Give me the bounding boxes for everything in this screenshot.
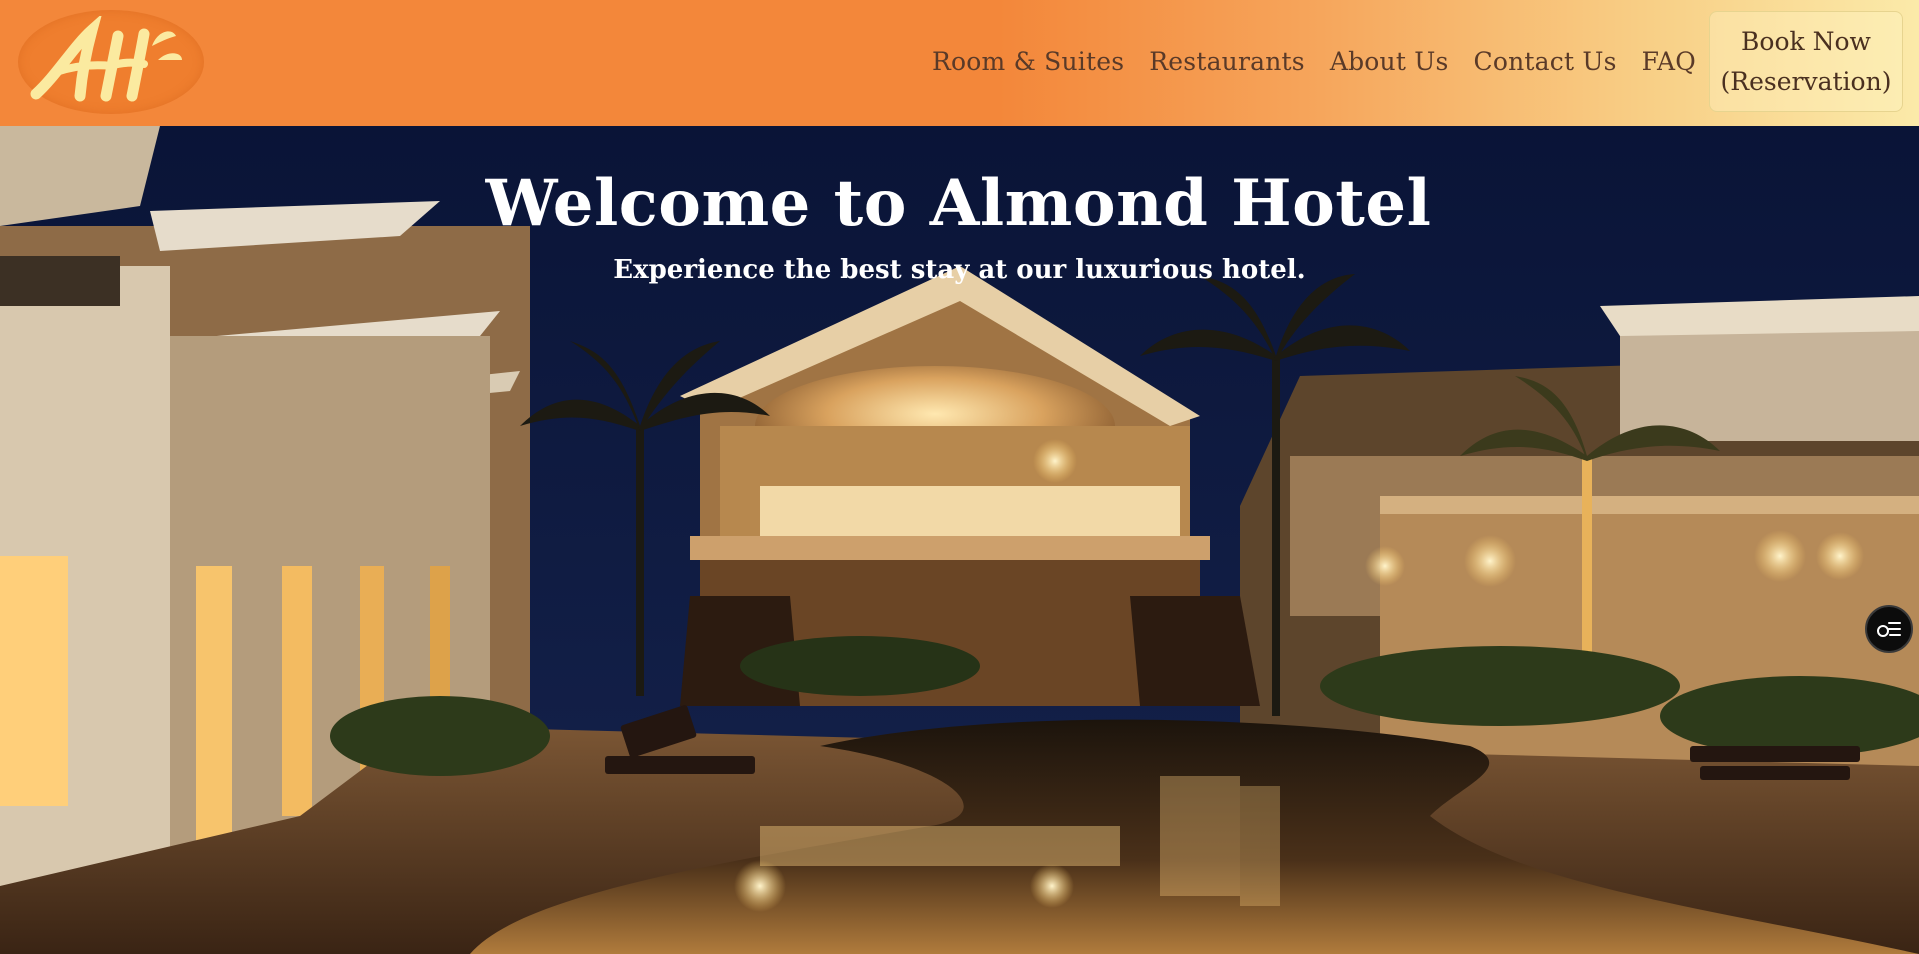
book-now-button[interactable]: Book Now (Reservation) <box>1709 11 1903 112</box>
hero-subtitle: Experience the best stay at our luxuriou… <box>613 255 1306 285</box>
toggle-glyph-icon <box>1877 622 1901 637</box>
ah-logo-icon <box>30 16 182 102</box>
nav-link-faq[interactable]: FAQ <box>1642 47 1696 76</box>
nav-link-contact-us[interactable]: Contact Us <box>1474 47 1617 76</box>
nav-link-restaurants[interactable]: Restaurants <box>1149 47 1305 76</box>
main-nav: Room & Suites Restaurants About Us Conta… <box>932 11 1903 112</box>
nav-link-room-suites[interactable]: Room & Suites <box>932 47 1124 76</box>
nav-link-about-us[interactable]: About Us <box>1330 47 1449 76</box>
book-now-sublabel: (Reservation) <box>1720 66 1892 96</box>
hero-section: Welcome to Almond Hotel Experience the b… <box>0 126 1919 954</box>
hero-title: Welcome to Almond Hotel <box>485 166 1432 241</box>
book-now-label: Book Now <box>1741 26 1871 56</box>
site-header: Room & Suites Restaurants About Us Conta… <box>0 0 1919 126</box>
hero-heading-group: Welcome to Almond Hotel Experience the b… <box>0 166 1919 285</box>
accessibility-toggle-icon[interactable] <box>1865 605 1913 653</box>
hotel-logo[interactable] <box>18 10 204 114</box>
